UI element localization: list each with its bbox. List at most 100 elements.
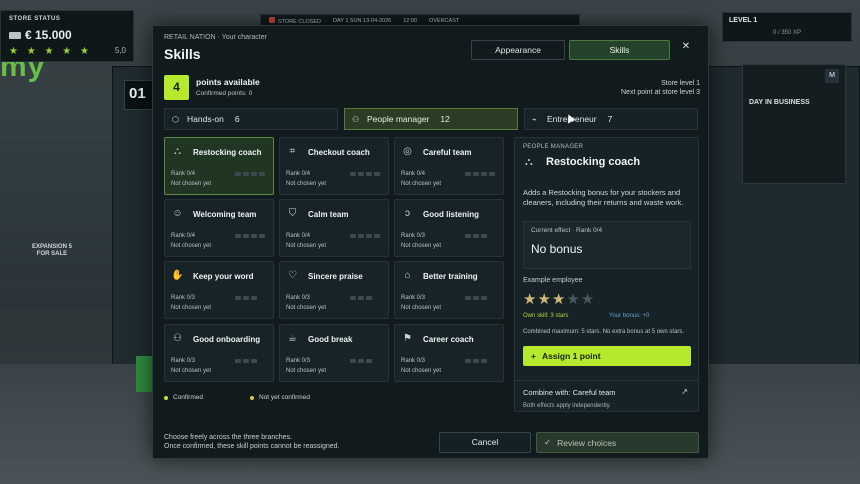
star-icon: ★ xyxy=(551,291,567,308)
tab-skills[interactable]: Skills xyxy=(569,40,670,60)
skill-name: Careful team xyxy=(423,148,472,157)
level-panel: LEVEL 1 0 / 350 XP xyxy=(722,12,852,42)
footer-note: Choose freely across the three branches.… xyxy=(164,434,340,450)
rank-pip xyxy=(235,296,241,300)
map-key-button[interactable]: M xyxy=(825,69,839,83)
rank-pip xyxy=(465,234,471,238)
store-rating-value: 5,0 xyxy=(114,46,126,55)
smile-icon: ☺ xyxy=(172,208,183,219)
skill-name: Sincere praise xyxy=(308,272,363,281)
star-icon: ★ xyxy=(537,291,552,308)
modal-title: Skills xyxy=(164,46,201,62)
detail-divider xyxy=(515,380,698,381)
own-skill-label: Own skill: 3 stars xyxy=(523,313,569,319)
star-icon: ★ xyxy=(566,291,581,308)
shield-icon: ⛉ xyxy=(288,208,297,219)
rank-pip xyxy=(350,172,356,176)
current-effect-box: Current effect · Rank 0/4 No bonus xyxy=(523,221,691,269)
rank-pip xyxy=(235,172,241,176)
rank-pips xyxy=(465,359,487,363)
legend-not-confirmed: Not yet confirmed xyxy=(250,394,310,401)
expansion-sign: EXPANSION 5 FOR SALE xyxy=(32,244,72,257)
skill-card[interactable]: ⌗ Checkout coach Rank 0/4 Not chosen yet xyxy=(279,137,389,195)
rank-pip xyxy=(358,359,364,363)
skill-state: Not chosen yet xyxy=(401,368,442,374)
rank-pip xyxy=(259,234,265,238)
skill-state: Not chosen yet xyxy=(171,368,212,374)
rank-pip xyxy=(251,172,257,176)
review-choices-button[interactable]: ✓ Review choices xyxy=(536,432,699,453)
skill-name: Better training xyxy=(423,272,478,281)
cancel-button[interactable]: Cancel xyxy=(439,432,531,453)
not-confirmed-dot-icon xyxy=(250,395,254,400)
skill-card[interactable]: ☕ Good break Rank 0/3 Not chosen yet xyxy=(279,324,389,382)
rank-pip xyxy=(489,172,495,176)
rank-pip xyxy=(243,234,249,238)
rank-pip xyxy=(358,172,364,176)
skill-state: Not chosen yet xyxy=(286,368,327,374)
ear-icon: ↄ xyxy=(405,208,410,219)
store-status-panel: STORE STATUS € 15.000 ★ ★ ★ ★ ★ 5,0 xyxy=(0,10,134,62)
skill-state: Not chosen yet xyxy=(401,243,442,249)
branch-tab-entrepreneur[interactable]: ⌁ Entrepreneur 7 xyxy=(524,108,698,130)
skill-rank: Rank 0/3 xyxy=(401,233,426,239)
rank-pip xyxy=(251,234,257,238)
points-available-badge: 4 xyxy=(164,75,189,100)
skill-card[interactable]: ↄ Good listening Rank 0/3 Not chosen yet xyxy=(394,199,504,257)
skill-name: Good listening xyxy=(423,210,479,219)
level-label: LEVEL 1 xyxy=(729,17,758,24)
combined-maximum-note: Combined maximum: 5 stars. No extra bonu… xyxy=(523,329,685,335)
skill-name: Calm team xyxy=(308,210,349,219)
skill-name: Good onboarding xyxy=(193,335,261,344)
store-level: Store level 1 xyxy=(661,80,700,87)
confirmed-dot-icon xyxy=(164,395,168,400)
skill-rank: Rank 0/4 xyxy=(171,233,196,239)
rank-pips xyxy=(350,359,372,363)
skill-card[interactable]: ⚇ Good onboarding Rank 0/3 Not chosen yet xyxy=(164,324,274,382)
modal-subtitle: RETAIL NATION · Your character xyxy=(164,34,267,41)
rank-pip xyxy=(350,234,356,238)
skill-card[interactable]: ⛉ Calm team Rank 0/4 Not chosen yet xyxy=(279,199,389,257)
rank-pips xyxy=(235,172,265,176)
skill-card[interactable]: ◎ Careful team Rank 0/4 Not chosen yet xyxy=(394,137,504,195)
next-point-info: Next point at store level 3 xyxy=(621,89,700,96)
skill-rank: Rank 0/3 xyxy=(286,295,311,301)
rank-pip xyxy=(465,172,471,176)
skills-modal: RETAIL NATION · Your character Skills Ap… xyxy=(152,25,709,459)
example-employee-stars: ★★★★★ xyxy=(523,290,595,308)
rank-pip xyxy=(251,359,257,363)
skill-state: Not chosen yet xyxy=(286,181,327,187)
confirmed-points: Confirmed points: 0 xyxy=(196,90,253,97)
signpost-icon: ⚑ xyxy=(403,333,412,344)
checkout-icon: ⌗ xyxy=(289,146,296,157)
branch-tab-hands-on[interactable]: ⬡ Hands-on 6 xyxy=(164,108,338,130)
rank-pip xyxy=(374,234,380,238)
skill-card[interactable]: ☺ Welcoming team Rank 0/4 Not chosen yet xyxy=(164,199,274,257)
external-link-icon[interactable]: ↗ xyxy=(681,387,688,396)
close-icon[interactable]: ✕ xyxy=(679,40,693,54)
skill-state: Not chosen yet xyxy=(286,243,327,249)
rank-pips xyxy=(350,172,380,176)
skill-state: Not chosen yet xyxy=(286,305,327,311)
rank-pip xyxy=(350,296,356,300)
branch-tab-people-manager[interactable]: ⚇ People manager 12 xyxy=(344,108,518,130)
day-display: DAY 1 SUN 13-04-2026 xyxy=(333,17,392,24)
rank-pip xyxy=(481,296,487,300)
skill-card[interactable]: ✋ Keep your word Rank 0/3 Not chosen yet xyxy=(164,261,274,319)
rank-pip xyxy=(481,234,487,238)
xp-display: 0 / 350 XP xyxy=(772,30,802,36)
points-available-label: points available xyxy=(196,77,260,87)
check-icon: ✓ xyxy=(544,437,552,447)
skill-card[interactable]: ⌂ Better training Rank 0/3 Not chosen yet xyxy=(394,261,504,319)
skill-card[interactable]: ⛬ Restocking coach Rank 0/4 Not chosen yet xyxy=(164,137,274,195)
skill-card[interactable]: ⚑ Career coach Rank 0/3 Not chosen yet xyxy=(394,324,504,382)
combine-with-label: Combine with: Careful team xyxy=(523,388,616,397)
restock-icon: ⛬ xyxy=(525,156,533,168)
skill-rank: Rank 0/4 xyxy=(401,171,426,177)
tab-appearance[interactable]: Appearance xyxy=(471,40,565,60)
detail-branch-label: PEOPLE MANAGER xyxy=(523,144,584,150)
business-panel: M DAY IN BUSINESS xyxy=(742,64,846,184)
assign-point-button[interactable]: + Assign 1 point xyxy=(523,346,691,366)
skill-card[interactable]: ♡ Sincere praise Rank 0/3 Not chosen yet xyxy=(279,261,389,319)
detail-skill-name: Restocking coach xyxy=(546,156,641,168)
